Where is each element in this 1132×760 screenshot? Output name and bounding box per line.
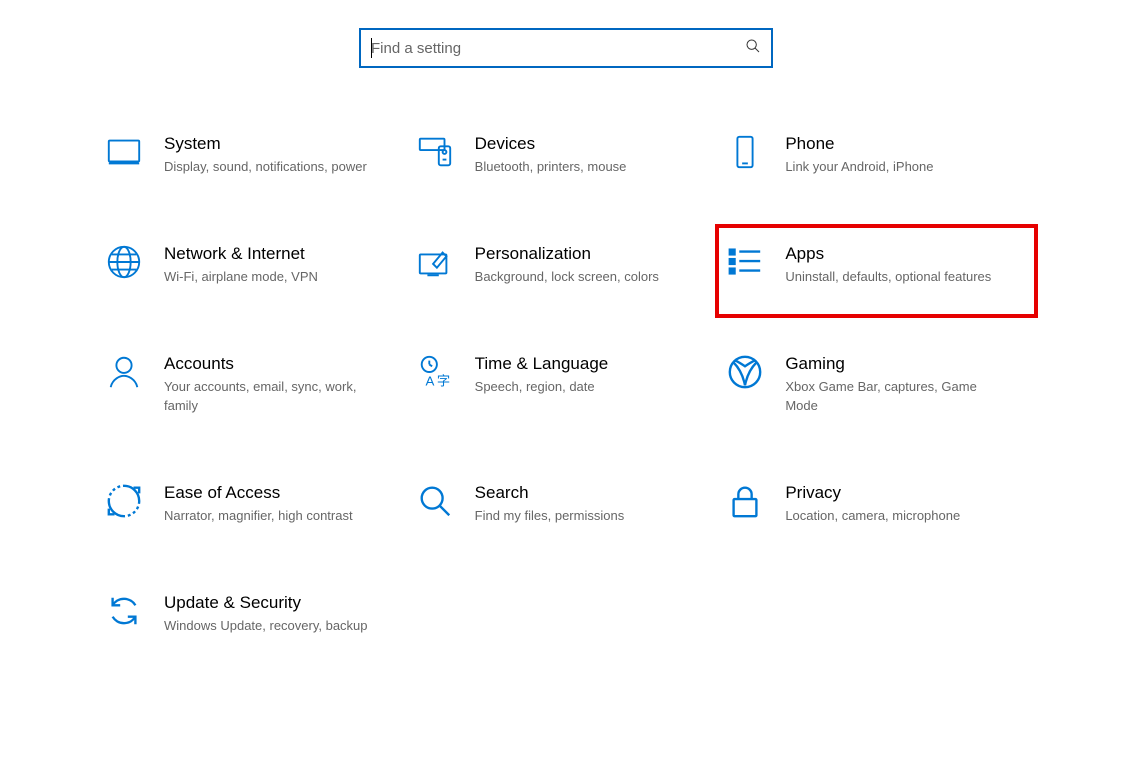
tile-subtitle: Windows Update, recovery, backup <box>164 617 368 635</box>
tile-subtitle: Xbox Game Bar, captures, Game Mode <box>785 378 995 414</box>
tile-text: System Display, sound, notifications, po… <box>164 132 367 176</box>
tile-subtitle: Narrator, magnifier, high contrast <box>164 507 353 525</box>
tile-gaming[interactable]: Gaming Xbox Game Bar, captures, Game Mod… <box>721 348 1032 418</box>
accounts-icon <box>104 352 144 392</box>
tile-subtitle: Bluetooth, printers, mouse <box>475 158 627 176</box>
tile-text: Privacy Location, camera, microphone <box>785 481 960 525</box>
phone-icon <box>725 132 765 172</box>
tile-title: Update & Security <box>164 593 368 613</box>
tile-title: Time & Language <box>475 354 609 374</box>
search-input[interactable] <box>371 30 745 66</box>
tile-text: Time & Language Speech, region, date <box>475 352 609 396</box>
gaming-icon <box>725 352 765 392</box>
network-icon <box>104 242 144 282</box>
svg-text:A: A <box>425 374 434 389</box>
tile-subtitle: Wi-Fi, airplane mode, VPN <box>164 268 318 286</box>
tile-subtitle: Background, lock screen, colors <box>475 268 659 286</box>
tile-title: Network & Internet <box>164 244 318 264</box>
tile-personalization[interactable]: Personalization Background, lock screen,… <box>411 238 722 290</box>
tile-text: Personalization Background, lock screen,… <box>475 242 659 286</box>
tile-network[interactable]: Network & Internet Wi-Fi, airplane mode,… <box>100 238 411 290</box>
tile-title: Phone <box>785 134 933 154</box>
tile-text: Devices Bluetooth, printers, mouse <box>475 132 627 176</box>
tile-subtitle: Your accounts, email, sync, work, family <box>164 378 374 414</box>
tile-search[interactable]: Search Find my files, permissions <box>411 477 722 529</box>
tile-ease-of-access[interactable]: Ease of Access Narrator, magnifier, high… <box>100 477 411 529</box>
tile-title: Gaming <box>785 354 995 374</box>
text-cursor <box>371 38 372 58</box>
settings-grid: System Display, sound, notifications, po… <box>0 128 1132 639</box>
search-icon <box>745 38 761 59</box>
tile-apps[interactable]: Apps Uninstall, defaults, optional featu… <box>715 224 1038 318</box>
tile-system[interactable]: System Display, sound, notifications, po… <box>100 128 411 180</box>
tile-phone[interactable]: Phone Link your Android, iPhone <box>721 128 1032 180</box>
tile-subtitle: Speech, region, date <box>475 378 609 396</box>
personalization-icon <box>415 242 455 282</box>
tile-time-language[interactable]: A 字 Time & Language Speech, region, date <box>411 348 722 418</box>
tile-text: Accounts Your accounts, email, sync, wor… <box>164 352 374 414</box>
search-box[interactable] <box>359 28 773 68</box>
tile-subtitle: Find my files, permissions <box>475 507 625 525</box>
tile-update-security[interactable]: Update & Security Windows Update, recove… <box>100 587 411 639</box>
tile-text: Search Find my files, permissions <box>475 481 625 525</box>
devices-icon <box>415 132 455 172</box>
tile-privacy[interactable]: Privacy Location, camera, microphone <box>721 477 1032 529</box>
tile-title: Personalization <box>475 244 659 264</box>
tile-title: Apps <box>785 244 991 264</box>
tile-accounts[interactable]: Accounts Your accounts, email, sync, wor… <box>100 348 411 418</box>
tile-text: Ease of Access Narrator, magnifier, high… <box>164 481 353 525</box>
tile-title: Ease of Access <box>164 483 353 503</box>
tile-title: Privacy <box>785 483 960 503</box>
update-security-icon <box>104 591 144 631</box>
tile-text: Apps Uninstall, defaults, optional featu… <box>785 242 991 286</box>
tile-title: System <box>164 134 367 154</box>
tile-subtitle: Location, camera, microphone <box>785 507 960 525</box>
tile-text: Update & Security Windows Update, recove… <box>164 591 368 635</box>
tile-title: Devices <box>475 134 627 154</box>
tile-title: Accounts <box>164 354 374 374</box>
apps-icon <box>725 242 765 282</box>
search-category-icon <box>415 481 455 521</box>
tile-subtitle: Display, sound, notifications, power <box>164 158 367 176</box>
privacy-icon <box>725 481 765 521</box>
tile-text: Phone Link your Android, iPhone <box>785 132 933 176</box>
tile-text: Network & Internet Wi-Fi, airplane mode,… <box>164 242 318 286</box>
tile-devices[interactable]: Devices Bluetooth, printers, mouse <box>411 128 722 180</box>
tile-title: Search <box>475 483 625 503</box>
svg-text:字: 字 <box>437 374 450 389</box>
time-language-icon: A 字 <box>415 352 455 392</box>
search-container <box>0 0 1132 128</box>
tile-text: Gaming Xbox Game Bar, captures, Game Mod… <box>785 352 995 414</box>
tile-subtitle: Uninstall, defaults, optional features <box>785 268 991 286</box>
system-icon <box>104 132 144 172</box>
ease-of-access-icon <box>104 481 144 521</box>
tile-subtitle: Link your Android, iPhone <box>785 158 933 176</box>
